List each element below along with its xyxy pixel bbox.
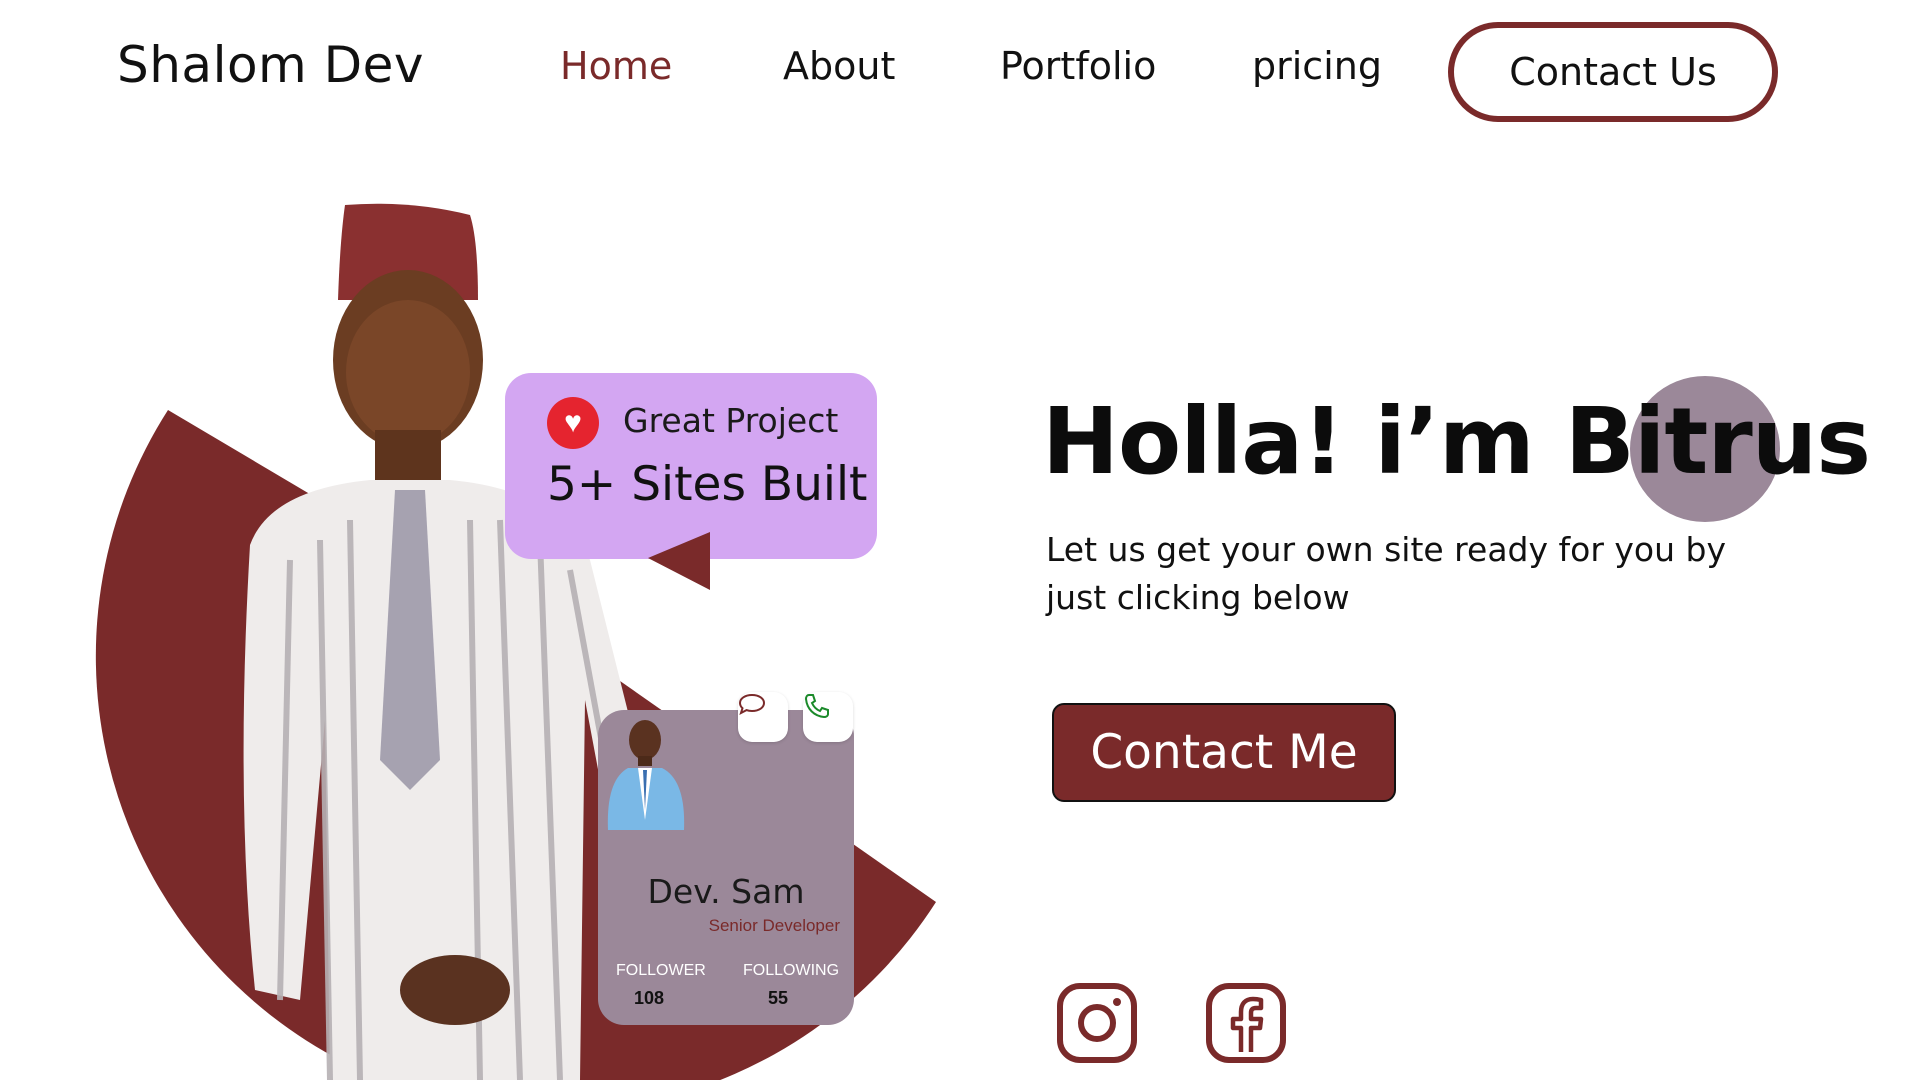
chat-bubble-icon[interactable]: [738, 692, 788, 742]
profile-name: Dev. Sam: [647, 872, 805, 911]
hero-title: Holla! i’m Bitrus: [1042, 388, 1871, 495]
instagram-icon[interactable]: [1056, 982, 1138, 1064]
heart-icon: ♥: [547, 397, 599, 449]
hero-illustration: ♥ Great Project 5+ Sites Built Dev. Sam …: [0, 0, 980, 1080]
badge-tail-shape: [648, 532, 710, 590]
profile-card: Dev. Sam Senior Developer FOLLOWER 108 F…: [598, 692, 854, 1025]
nav-link-pricing[interactable]: pricing: [1252, 44, 1382, 88]
facebook-icon[interactable]: [1205, 982, 1287, 1064]
phone-icon[interactable]: [803, 692, 853, 742]
nav-link-portfolio[interactable]: Portfolio: [1000, 44, 1156, 88]
hero-subtitle: Let us get your own site ready for you b…: [1046, 530, 1726, 617]
avatar: [607, 720, 685, 830]
follower-count: 108: [634, 988, 665, 1008]
following-count: 55: [768, 988, 789, 1008]
contact-us-button[interactable]: Contact Us: [1448, 22, 1778, 122]
following-label: FOLLOWING: [743, 962, 840, 979]
profile-role: Senior Developer: [708, 916, 840, 935]
badge-label: Great Project: [623, 401, 839, 440]
person-photo: [243, 203, 641, 1080]
follower-label: FOLLOWER: [616, 962, 706, 979]
badge-value: 5+ Sites Built: [547, 457, 868, 512]
contact-me-button[interactable]: Contact Me: [1052, 703, 1396, 802]
